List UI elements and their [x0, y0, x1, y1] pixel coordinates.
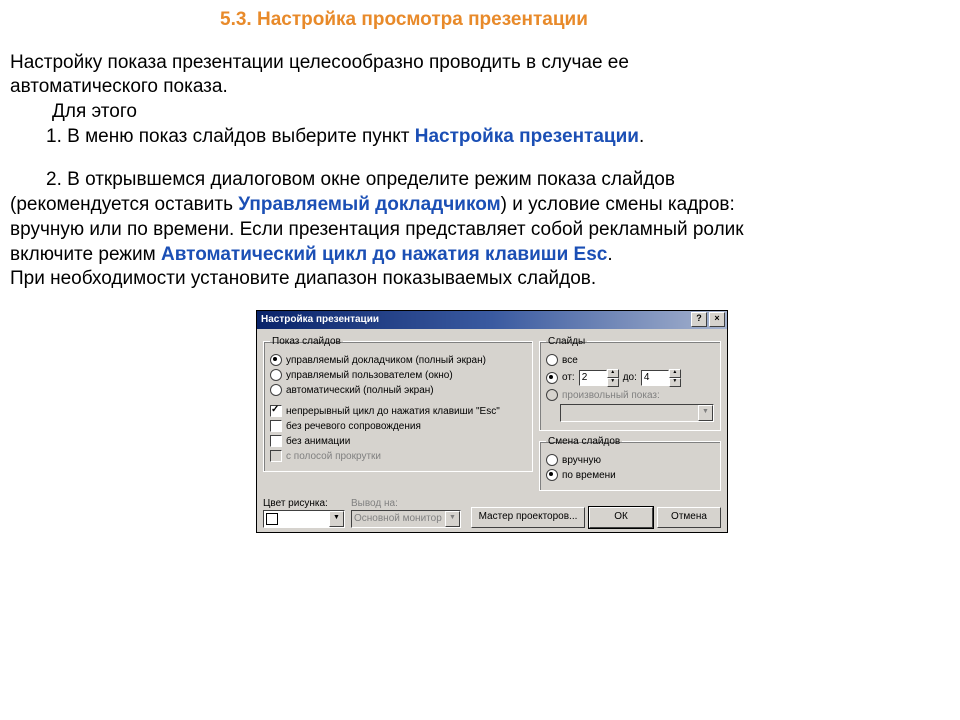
check-label: без анимации	[286, 435, 350, 448]
dialog-titlebar[interactable]: Настройка презентации ? ×	[257, 311, 727, 329]
radio-presenter[interactable]: управляемый докладчиком (полный экран)	[270, 354, 526, 367]
chevron-down-icon[interactable]: ▼	[329, 511, 344, 527]
pen-color-combo[interactable]: ▼	[263, 510, 345, 528]
spin-up-icon[interactable]: ▲	[607, 369, 619, 378]
check-no-narration[interactable]: без речевого сопровождения	[270, 420, 526, 433]
radio-custom-show: произвольный показ:	[546, 389, 714, 402]
radio-icon	[270, 384, 282, 396]
blank-line	[10, 149, 950, 168]
dialog-title: Настройка презентации	[261, 313, 379, 326]
combo-text: Основной монитор	[354, 512, 445, 525]
check-loop-esc[interactable]: непрерывный цикл до нажатия клавиши "Esc…	[270, 405, 526, 418]
radio-label: вручную	[562, 454, 601, 467]
spin-up-icon[interactable]: ▲	[669, 369, 681, 378]
check-no-animation[interactable]: без анимации	[270, 435, 526, 448]
spin-down-icon[interactable]: ▼	[607, 378, 619, 387]
spin-down-icon[interactable]: ▼	[669, 378, 681, 387]
radio-icon	[546, 372, 558, 384]
text: .	[639, 126, 644, 147]
step-1: 1. В меню показ слайдов выберите пункт Н…	[10, 125, 950, 150]
check-label: с полосой прокрутки	[286, 450, 381, 463]
radio-label: все	[562, 354, 578, 367]
pen-color-label: Цвет рисунка:	[263, 497, 345, 510]
intro-line: Настройку показа презентации целесообраз…	[10, 51, 950, 76]
to-spinner[interactable]: 4 ▲▼	[641, 369, 681, 387]
radio-label: управляемый докладчиком (полный экран)	[286, 354, 486, 367]
close-button[interactable]: ×	[709, 312, 725, 327]
step-2: 2. В открывшемся диалоговом окне определ…	[10, 168, 950, 193]
radio-all-slides[interactable]: все	[546, 354, 714, 367]
group-legend: Слайды	[546, 335, 587, 348]
radio-label: автоматический (полный экран)	[286, 384, 434, 397]
group-advance: Смена слайдов вручную по времени	[539, 435, 721, 491]
for-this: Для этого	[10, 100, 950, 125]
checkbox-icon	[270, 450, 282, 462]
keyword: Автоматический цикл до нажатия клавиши E…	[161, 244, 607, 265]
step-2-cont: При необходимости установите диапазон по…	[10, 267, 950, 292]
text: ) и условие смены кадров:	[501, 194, 735, 215]
radio-user-window[interactable]: управляемый пользователем (окно)	[270, 369, 526, 382]
checkbox-icon	[270, 435, 282, 447]
ok-button[interactable]: ОК	[589, 507, 653, 528]
from-spinner[interactable]: 2 ▲▼	[579, 369, 619, 387]
group-legend: Показ слайдов	[270, 335, 343, 348]
from-label: от:	[562, 371, 575, 384]
radio-timings[interactable]: по времени	[546, 469, 714, 482]
radio-icon	[546, 469, 558, 481]
chevron-down-icon: ▼	[445, 511, 460, 527]
intro-line: автоматического показа.	[10, 75, 950, 100]
text: (рекомендуется оставить	[10, 194, 238, 215]
text: включите режим	[10, 244, 161, 265]
from-value[interactable]: 2	[579, 370, 607, 386]
radio-label: по времени	[562, 469, 616, 482]
radio-label: произвольный показ:	[562, 389, 660, 402]
group-show-slides: Показ слайдов управляемый докладчиком (п…	[263, 335, 533, 472]
group-legend: Смена слайдов	[546, 435, 622, 448]
checkbox-icon	[270, 420, 282, 432]
keyword: Управляемый докладчиком	[238, 194, 500, 215]
output-label: Вывод на:	[351, 497, 461, 510]
section-heading: 5.3. Настройка просмотра презентации	[10, 8, 950, 33]
radio-icon	[270, 354, 282, 366]
radio-icon	[546, 389, 558, 401]
radio-icon	[546, 354, 558, 366]
chevron-down-icon: ▼	[698, 405, 713, 421]
radio-manual[interactable]: вручную	[546, 454, 714, 467]
group-slides-range: Слайды все от: 2 ▲▼	[539, 335, 721, 431]
radio-icon	[270, 369, 282, 381]
output-combo: Основной монитор ▼	[351, 510, 461, 528]
projector-wizard-button[interactable]: Мастер проекторов...	[471, 507, 585, 528]
radio-auto-fullscreen[interactable]: автоматический (полный экран)	[270, 384, 526, 397]
step-2-cont: (рекомендуется оставить Управляемый докл…	[10, 193, 950, 218]
cancel-button[interactable]: Отмена	[657, 507, 721, 528]
radio-range[interactable]: от: 2 ▲▼ до: 4 ▲▼	[546, 369, 714, 387]
check-label: непрерывный цикл до нажатия клавиши "Esc…	[286, 405, 500, 418]
custom-show-combo: ▼	[560, 404, 714, 422]
keyword: Настройка презентации	[415, 126, 639, 147]
color-swatch	[266, 513, 278, 525]
radio-label: управляемый пользователем (окно)	[286, 369, 453, 382]
text: 1. В меню показ слайдов выберите пункт	[46, 126, 415, 147]
step-2-cont: включите режим Автоматический цикл до на…	[10, 243, 950, 268]
settings-dialog: Настройка презентации ? × Показ слайдов …	[256, 310, 728, 533]
text: .	[607, 244, 612, 265]
to-value[interactable]: 4	[641, 370, 669, 386]
to-label: до:	[623, 371, 637, 384]
checkbox-icon	[270, 405, 282, 417]
radio-icon	[546, 454, 558, 466]
check-scrollbar: с полосой прокрутки	[270, 450, 526, 463]
check-label: без речевого сопровождения	[286, 420, 421, 433]
step-2-cont: вручную или по времени. Если презентация…	[10, 218, 950, 243]
help-button[interactable]: ?	[691, 312, 707, 327]
